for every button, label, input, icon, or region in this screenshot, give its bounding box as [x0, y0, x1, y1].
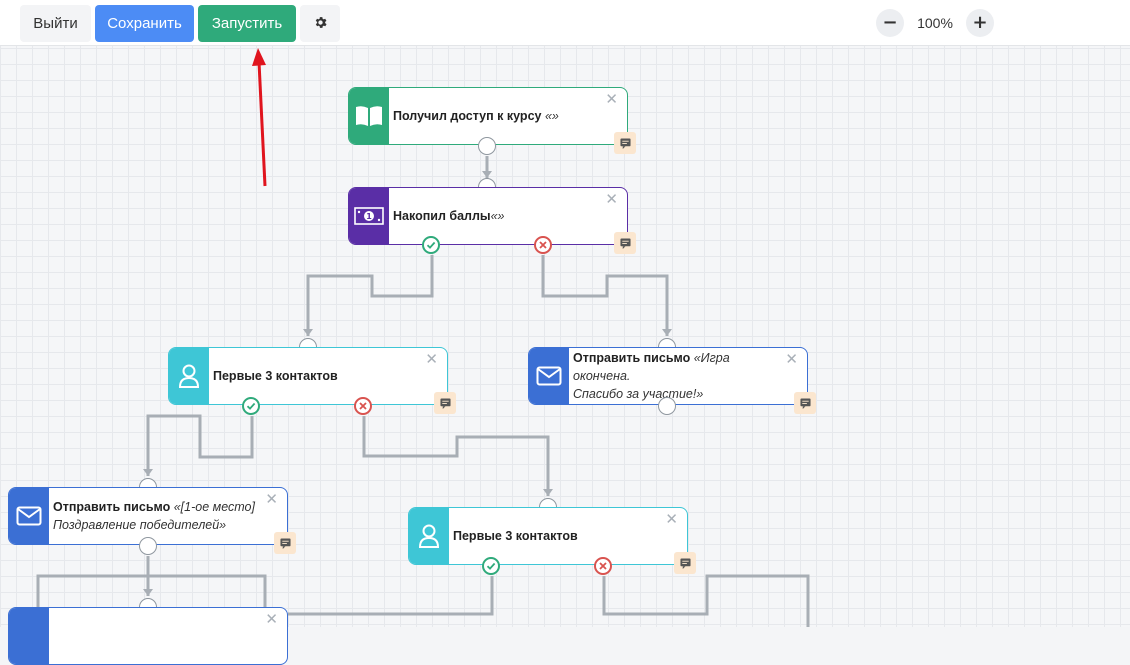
close-icon[interactable]: ✕ — [265, 612, 278, 627]
save-button[interactable]: Сохранить — [95, 5, 194, 42]
node-icon-area — [169, 348, 209, 404]
node-icon-area: 1 — [349, 188, 389, 244]
close-icon[interactable]: ✕ — [425, 352, 438, 367]
node-title: Отправить письмо — [573, 351, 691, 365]
envelope-icon — [536, 366, 562, 386]
close-icon[interactable]: ✕ — [265, 492, 278, 507]
check-icon — [426, 241, 436, 249]
output-port[interactable] — [478, 137, 496, 155]
node-text: Отправить письмо «Игра окончена. Спасибо… — [573, 348, 785, 404]
close-icon[interactable]: ✕ — [785, 352, 798, 367]
svg-text:1: 1 — [366, 212, 372, 221]
node-icon-area — [349, 88, 389, 144]
annotation-arrow — [252, 48, 267, 187]
node-detail: Спасибо за участие!» — [573, 387, 704, 401]
exit-button[interactable]: Выйти — [20, 5, 91, 42]
cross-icon — [599, 562, 607, 570]
yes-port[interactable] — [242, 397, 260, 415]
node-icon-area — [9, 608, 49, 664]
node-icon-area — [409, 508, 449, 564]
cross-icon — [539, 241, 547, 249]
comment-icon[interactable] — [614, 132, 636, 154]
comment-icon[interactable] — [794, 392, 816, 414]
condition-points-node[interactable]: 1 Накопил баллы«» ✕ — [348, 187, 628, 245]
node-title: Отправить письмо — [53, 500, 171, 514]
settings-button[interactable] — [300, 5, 340, 42]
node-detail: Поздравление победителей» — [53, 518, 227, 532]
condition-first-contacts-node[interactable]: Первые 3 контактов ✕ — [168, 347, 448, 405]
yes-port[interactable] — [422, 236, 440, 254]
close-icon[interactable]: ✕ — [665, 512, 678, 527]
cross-icon — [359, 402, 367, 410]
node-title: Получил доступ к курсу — [393, 109, 542, 123]
node-text: Накопил баллы«» — [393, 188, 605, 244]
action-send-email-node-partial[interactable]: ✕ — [8, 607, 288, 665]
output-port[interactable] — [658, 397, 676, 415]
zoom-out-button[interactable]: − — [876, 9, 904, 37]
comment-icon[interactable] — [674, 552, 696, 574]
book-icon — [356, 106, 382, 126]
node-text: Отправить письмо «[1-ое место] Поздравле… — [53, 488, 265, 544]
node-detail: «» — [544, 109, 559, 123]
no-port[interactable] — [354, 397, 372, 415]
node-detail: «[1-ое место] — [173, 500, 255, 514]
close-icon[interactable]: ✕ — [605, 192, 618, 207]
zoom-level: 100% — [917, 15, 953, 31]
condition-first-contacts-node[interactable]: Первые 3 контактов ✕ — [408, 507, 688, 565]
check-icon — [486, 562, 496, 570]
node-text: Первые 3 контактов — [213, 348, 425, 404]
yes-port[interactable] — [482, 557, 500, 575]
no-port[interactable] — [594, 557, 612, 575]
close-icon[interactable]: ✕ — [605, 92, 618, 107]
gear-icon — [315, 17, 327, 28]
money-icon: 1 — [354, 207, 384, 225]
envelope-icon — [16, 506, 42, 526]
toolbar: Выйти Сохранить Запустить − 100% + — [0, 0, 1130, 46]
user-icon — [178, 364, 200, 388]
node-icon-area — [529, 348, 569, 404]
comment-icon[interactable] — [274, 532, 296, 554]
run-button[interactable]: Запустить — [198, 5, 296, 42]
node-text: Получил доступ к курсу «» — [393, 88, 605, 144]
node-title: Первые 3 контактов — [213, 369, 338, 383]
no-port[interactable] — [534, 236, 552, 254]
check-icon — [246, 402, 256, 410]
zoom-in-button[interactable]: + — [966, 9, 994, 37]
comment-icon[interactable] — [434, 392, 456, 414]
node-icon-area — [9, 488, 49, 544]
node-title: Первые 3 контактов — [453, 529, 578, 543]
node-detail: «» — [490, 209, 505, 223]
node-title: Накопил баллы — [393, 209, 491, 223]
output-port[interactable] — [139, 537, 157, 555]
node-text: Первые 3 контактов — [453, 508, 665, 564]
user-icon — [418, 524, 440, 548]
comment-icon[interactable] — [614, 232, 636, 254]
